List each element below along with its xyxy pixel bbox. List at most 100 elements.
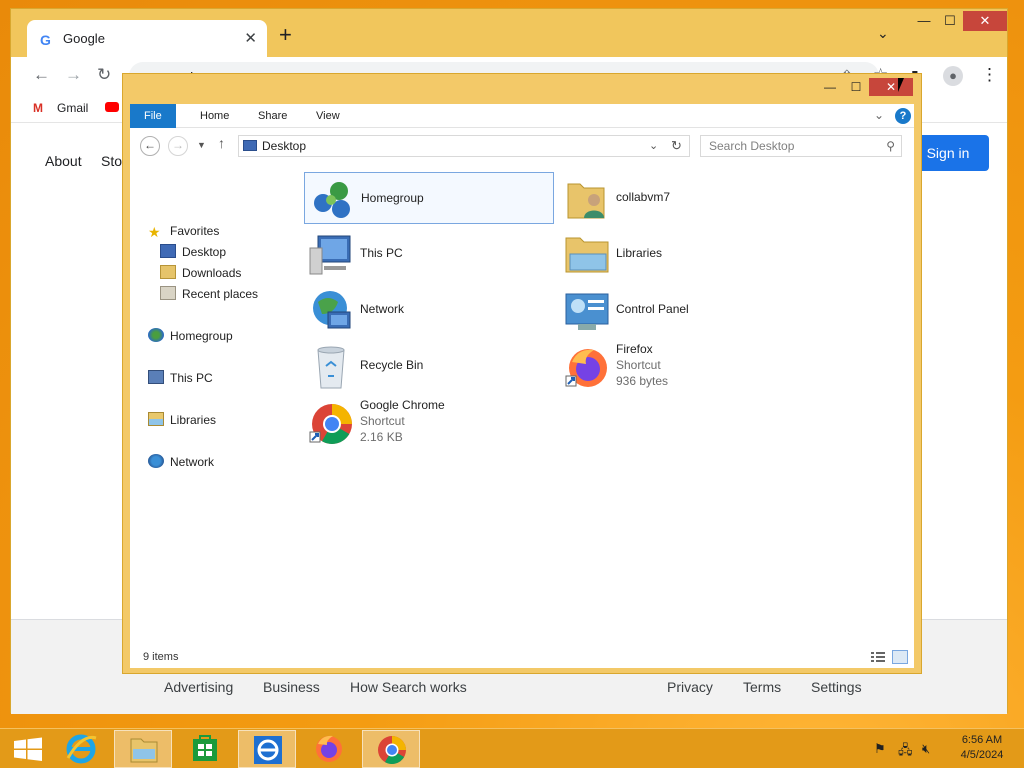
nav-libraries-label: Libraries	[170, 413, 217, 427]
taskbar: ⚑ 🖧︎ 🔇︎ 6:56 AM 4/5/2024	[0, 728, 1024, 768]
nav-this-pc[interactable]: This PC	[148, 369, 213, 387]
taskbar-ie-pinned[interactable]	[238, 730, 296, 768]
nav-network[interactable]: Network	[148, 453, 214, 471]
nav-downloads[interactable]: Downloads	[160, 264, 241, 282]
ribbon-tab-home[interactable]: Home	[186, 104, 243, 128]
menu-kebab-icon[interactable]: ⋮	[981, 65, 998, 85]
ribbon-tab-file[interactable]: File	[130, 104, 176, 128]
footer-how-search-works-link[interactable]: How Search works	[350, 679, 467, 695]
profile-avatar-icon[interactable]: ●	[943, 66, 963, 86]
chrome-icon	[309, 404, 352, 444]
item-network[interactable]: Network	[304, 284, 554, 336]
nav-desktop-label: Desktop	[182, 245, 227, 259]
recycle-bin-icon	[317, 346, 345, 389]
tab-google[interactable]: G Google ✕	[27, 20, 267, 58]
youtube-icon[interactable]	[105, 102, 119, 112]
back-arrow-icon[interactable]: ←	[33, 65, 50, 85]
ribbon-expand-chevron-icon[interactable]: ⌄	[874, 108, 884, 122]
item-google-chrome[interactable]: Google Chrome Shortcut 2.16 KB	[304, 396, 554, 448]
nav-downloads-label: Downloads	[182, 266, 242, 280]
item-this-pc-label: This PC	[360, 246, 403, 260]
taskbar-internet-explorer[interactable]	[52, 730, 110, 768]
volume-muted-icon[interactable]: 🔇︎	[922, 741, 930, 757]
recent-locations-chevron-icon[interactable]: ▼	[197, 140, 206, 150]
user-folder-icon	[567, 183, 605, 219]
start-button[interactable]	[0, 730, 58, 768]
tab-close-icon[interactable]: ✕	[244, 29, 257, 47]
chrome-minimize-button[interactable]: —	[911, 11, 937, 31]
taskbar-file-explorer[interactable]	[114, 730, 172, 768]
nav-this-pc-label: This PC	[170, 371, 213, 385]
taskbar-firefox[interactable]	[300, 730, 358, 768]
footer-advertising-link[interactable]: Advertising	[164, 679, 233, 695]
explorer-forward-button[interactable]: →	[168, 136, 188, 156]
address-dropdown-chevron-icon[interactable]: ⌄	[649, 139, 658, 152]
nav-recent-places-label: Recent places	[182, 287, 259, 301]
item-libraries[interactable]: Libraries	[560, 228, 810, 280]
forward-arrow-icon[interactable]: →	[65, 65, 82, 85]
explorer-back-button[interactable]: ←	[140, 136, 160, 156]
item-homegroup[interactable]: Homegroup	[304, 172, 554, 224]
nav-favorites[interactable]: ★ Favorites	[148, 222, 219, 240]
explorer-close-button[interactable]: ✕	[869, 78, 913, 96]
item-recycle-bin[interactable]: Recycle Bin	[304, 340, 554, 392]
bookmark-gmail[interactable]: Gmail	[57, 101, 88, 115]
refresh-icon[interactable]: ↻	[671, 138, 682, 154]
footer-terms-link[interactable]: Terms	[743, 679, 781, 695]
explorer-address-bar[interactable]: Desktop ⌄ ↻	[238, 135, 690, 157]
explorer-maximize-button[interactable]: ☐	[843, 78, 869, 96]
nav-homegroup[interactable]: Homegroup	[148, 327, 233, 345]
item-google-chrome-type: Shortcut	[360, 414, 405, 428]
taskbar-store[interactable]	[176, 730, 234, 768]
libraries-icon	[565, 237, 609, 273]
help-icon[interactable]: ?	[895, 108, 911, 124]
nav-store-link[interactable]: Sto	[101, 153, 122, 169]
tab-search-chevron-icon[interactable]: ⌄	[877, 25, 889, 42]
ribbon-tab-view[interactable]: View	[302, 104, 354, 128]
footer-business-link[interactable]: Business	[263, 679, 320, 695]
firefox-icon	[565, 349, 607, 387]
file-explorer-icon	[130, 738, 158, 763]
action-center-flag-icon[interactable]: ⚑	[874, 741, 886, 757]
internet-explorer-icon	[66, 734, 97, 764]
item-libraries-label: Libraries	[616, 246, 663, 260]
search-desktop-input[interactable]	[701, 136, 881, 156]
item-google-chrome-size: 2.16 KB	[360, 430, 403, 444]
store-icon	[193, 735, 217, 761]
nav-recent-places[interactable]: Recent places	[160, 285, 258, 303]
nav-about-link[interactable]: About	[45, 153, 82, 169]
chrome-close-button[interactable]: ✕	[963, 11, 1007, 31]
explorer-minimize-button[interactable]: —	[817, 78, 843, 96]
up-arrow-icon[interactable]: ↑	[218, 135, 225, 151]
mouse-cursor-icon	[898, 78, 904, 92]
address-path: Desktop	[262, 139, 307, 153]
windows-logo-icon	[14, 737, 42, 761]
new-tab-icon[interactable]: +	[279, 23, 292, 47]
nav-desktop[interactable]: Desktop	[160, 243, 226, 261]
footer-privacy-link[interactable]: Privacy	[667, 679, 713, 695]
item-firefox[interactable]: Firefox Shortcut 936 bytes	[560, 340, 810, 392]
this-pc-small-icon	[148, 370, 164, 384]
item-count: 9 items	[143, 651, 179, 663]
item-this-pc[interactable]: This PC	[304, 228, 554, 280]
clock-date: 4/5/2024	[960, 749, 1004, 761]
item-firefox-type: Shortcut	[616, 358, 661, 372]
taskbar-chrome[interactable]	[362, 730, 420, 768]
taskbar-clock[interactable]: 6:56 AM 4/5/2024	[950, 733, 1014, 763]
large-icons-view-icon[interactable]	[892, 650, 908, 664]
reload-icon[interactable]: ↻	[97, 65, 111, 85]
details-view-icon[interactable]	[870, 650, 886, 664]
nav-libraries[interactable]: Libraries	[148, 411, 216, 429]
explorer-search-box[interactable]: ⚲	[700, 135, 902, 157]
search-icon[interactable]: ⚲	[886, 139, 895, 153]
network-icon	[313, 291, 351, 329]
item-collabvm7[interactable]: collabvm7	[560, 172, 810, 224]
network-tray-icon[interactable]: 🖧︎	[898, 741, 913, 763]
nav-homegroup-label: Homegroup	[170, 329, 233, 343]
chrome-maximize-button[interactable]: ☐	[937, 11, 963, 31]
footer-settings-link[interactable]: Settings	[811, 679, 862, 695]
libraries-small-icon	[148, 412, 164, 426]
navigation-pane: ★ Favorites Desktop Downloads Recent plac…	[130, 162, 300, 632]
ribbon-tab-share[interactable]: Share	[244, 104, 301, 128]
item-control-panel[interactable]: Control Panel	[560, 284, 810, 336]
